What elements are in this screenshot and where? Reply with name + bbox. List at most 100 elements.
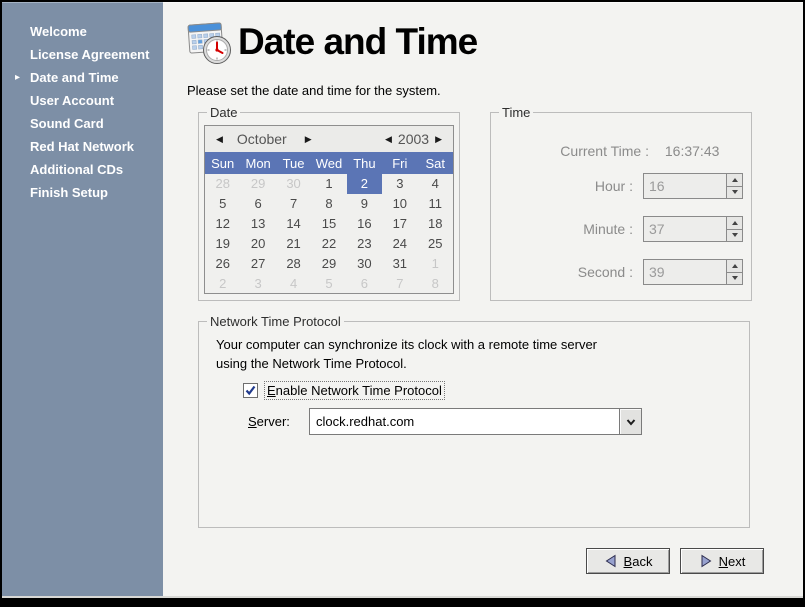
calendar-day-cell[interactable]: 24 [382, 234, 417, 254]
calendar-widget: ◀ October ▶ ◀ 2003 ▶ SunMonTueWedThuFriS… [204, 125, 454, 294]
ntp-checkbox-label[interactable]: Enable Network Time Protocol [264, 381, 445, 400]
calendar-day-header: Sun [205, 156, 240, 171]
calendar-day-cell[interactable]: 5 [205, 194, 240, 214]
calendar-day-header: Mon [240, 156, 275, 171]
calendar-day-cell[interactable]: 31 [382, 254, 417, 274]
calendar-day-header: Tue [276, 156, 311, 171]
hour--input[interactable]: 16 [644, 174, 726, 198]
hour--spinbox: 16 [643, 173, 743, 199]
sidebar-nav: ▸Welcome▸License Agreement▸Date and Time… [2, 2, 163, 596]
calendar-day-cell[interactable]: 5 [311, 274, 346, 294]
page-title: Date and Time [238, 21, 477, 63]
time-field-row: Hour : 16 [491, 173, 751, 199]
calendar-day-cell[interactable]: 14 [276, 214, 311, 234]
sidebar-item-additional-cds[interactable]: ▸Additional CDs [2, 158, 163, 181]
sidebar-item-welcome[interactable]: ▸Welcome [2, 20, 163, 43]
sidebar-item-label: Red Hat Network [30, 139, 134, 154]
calendar-day-cell[interactable]: 21 [276, 234, 311, 254]
calendar-day-cell[interactable]: 29 [240, 174, 275, 194]
calendar-day-cell[interactable]: 3 [382, 174, 417, 194]
calendar-day-cell[interactable]: 16 [347, 214, 382, 234]
calendar-day-cell[interactable]: 29 [311, 254, 346, 274]
server-label: Server: [248, 414, 303, 429]
next-year-icon[interactable]: ▶ [431, 134, 446, 145]
calendar-day-cell[interactable]: 12 [205, 214, 240, 234]
sidebar-item-label: Additional CDs [30, 162, 123, 177]
calendar-day-cell[interactable]: 11 [418, 194, 453, 214]
sidebar-item-label: User Account [30, 93, 114, 108]
next-month-icon[interactable]: ▶ [301, 134, 316, 145]
calendar-day-header: Sat [418, 156, 453, 171]
calendar-day-cell[interactable]: 20 [240, 234, 275, 254]
spin-up-icon[interactable] [727, 217, 742, 230]
calendar-day-cell[interactable]: 23 [347, 234, 382, 254]
calendar-day-cell[interactable]: 1 [311, 174, 346, 194]
back-button-label: Back [624, 554, 653, 569]
calendar-day-cell[interactable]: 30 [347, 254, 382, 274]
calendar-day-cell[interactable]: 8 [311, 194, 346, 214]
server-dropdown-button[interactable] [619, 408, 642, 435]
calendar-day-cell[interactable]: 28 [276, 254, 311, 274]
second--label: Second : [491, 264, 633, 280]
sidebar-item-label: License Agreement [30, 47, 149, 62]
next-button[interactable]: Next [680, 548, 764, 574]
calendar-day-cell[interactable]: 9 [347, 194, 382, 214]
calendar-day-cell[interactable]: 4 [418, 174, 453, 194]
calendar-day-cell[interactable]: 2 [347, 174, 382, 194]
calendar-day-cell[interactable]: 17 [382, 214, 417, 234]
calendar-day-cell[interactable]: 3 [240, 274, 275, 294]
calendar-day-cell[interactable]: 25 [418, 234, 453, 254]
spin-up-icon[interactable] [727, 260, 742, 273]
calendar-day-cell[interactable]: 4 [276, 274, 311, 294]
calendar-day-cell[interactable]: 1 [418, 254, 453, 274]
calendar-day-cell[interactable]: 15 [311, 214, 346, 234]
spin-down-icon[interactable] [727, 230, 742, 242]
sidebar-item-finish-setup[interactable]: ▸Finish Setup [2, 181, 163, 204]
calendar-day-cell[interactable]: 18 [418, 214, 453, 234]
hour--label: Hour : [491, 178, 633, 194]
ntp-enable-checkbox[interactable] [243, 383, 258, 398]
spin-down-icon[interactable] [727, 273, 742, 285]
ntp-checkbox-row: Enable Network Time Protocol [243, 381, 445, 400]
sidebar-item-user-account[interactable]: ▸User Account [2, 89, 163, 112]
server-combobox: clock.redhat.com [309, 408, 642, 435]
calendar-day-cell[interactable]: 22 [311, 234, 346, 254]
calendar-day-cell[interactable]: 26 [205, 254, 240, 274]
bottom-border [2, 598, 803, 605]
prev-year-icon[interactable]: ◀ [381, 134, 396, 145]
chevron-down-icon [626, 418, 636, 426]
spin-up-icon[interactable] [727, 174, 742, 187]
calendar-day-cell[interactable]: 27 [240, 254, 275, 274]
setup-wizard-window: ▸Welcome▸License Agreement▸Date and Time… [0, 0, 805, 607]
calendar-day-cell[interactable]: 7 [276, 194, 311, 214]
back-button[interactable]: Back [586, 548, 670, 574]
ntp-frame-label: Network Time Protocol [207, 314, 344, 329]
calendar-day-headers: SunMonTueWedThuFriSat [205, 152, 453, 174]
active-item-arrow-icon: ▸ [15, 66, 20, 89]
calendar-day-cell[interactable]: 2 [205, 274, 240, 294]
time-fields: Hour :16Minute :37Second :39 [491, 173, 751, 302]
sidebar-item-sound-card[interactable]: ▸Sound Card [2, 112, 163, 135]
calendar-day-cell[interactable]: 19 [205, 234, 240, 254]
spin-down-icon[interactable] [727, 187, 742, 199]
calendar-day-cell[interactable]: 28 [205, 174, 240, 194]
sidebar-item-label: Sound Card [30, 116, 104, 131]
calendar-day-cell[interactable]: 10 [382, 194, 417, 214]
calendar-day-cell[interactable]: 6 [347, 274, 382, 294]
calendar-day-cell[interactable]: 8 [418, 274, 453, 294]
sidebar-item-red-hat-network[interactable]: ▸Red Hat Network [2, 135, 163, 158]
calendar-day-header: Fri [382, 156, 417, 171]
current-time-row: Current Time : 16:37:43 [491, 143, 751, 159]
server-input[interactable]: clock.redhat.com [309, 408, 619, 435]
calendar-day-cell[interactable]: 7 [382, 274, 417, 294]
second--input[interactable]: 39 [644, 260, 726, 284]
sidebar-item-license-agreement[interactable]: ▸License Agreement [2, 43, 163, 66]
calendar-clock-icon [184, 17, 236, 69]
calendar-day-cell[interactable]: 6 [240, 194, 275, 214]
sidebar-item-date-and-time[interactable]: ▸Date and Time [2, 66, 163, 89]
calendar-day-cell[interactable]: 13 [240, 214, 275, 234]
calendar-day-cell[interactable]: 30 [276, 174, 311, 194]
prev-month-icon[interactable]: ◀ [212, 134, 227, 145]
minute--input[interactable]: 37 [644, 217, 726, 241]
current-time-label: Current Time : [491, 143, 649, 159]
